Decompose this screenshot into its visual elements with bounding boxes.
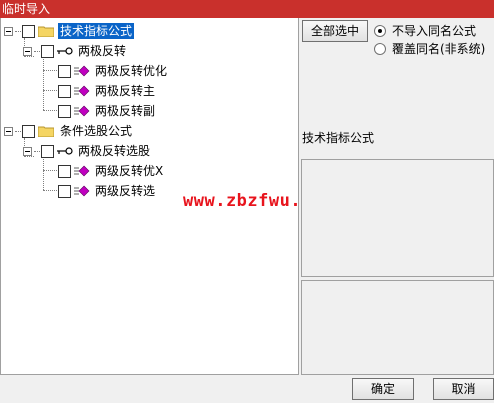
collapse-icon[interactable] [23, 46, 32, 56]
tree-item-label[interactable]: 两级反转选 [93, 183, 157, 199]
checkbox[interactable] [58, 104, 71, 118]
select-all-button[interactable]: 全部选中 [302, 20, 368, 42]
description-title: 技术指标公式 [302, 131, 375, 145]
key-icon [57, 147, 73, 155]
checkbox[interactable] [58, 64, 71, 78]
radio-label: 覆盖同名(非系统) [392, 42, 486, 56]
checkbox[interactable] [58, 84, 71, 98]
tree-group-label[interactable]: 条件选股公式 [58, 123, 134, 139]
tree-group-label[interactable]: 技术指标公式 [58, 23, 135, 39]
description-box [301, 159, 494, 277]
window-title: 临时导入 [0, 0, 494, 18]
radio-overwrite[interactable]: 覆盖同名(非系统) [374, 40, 485, 57]
ok-button[interactable]: 确定 [352, 378, 414, 400]
tree-subgroup[interactable]: 两极反转选股 [23, 141, 152, 161]
tree-subgroup-label[interactable]: 两极反转 [76, 43, 128, 59]
footer-bar: 确定 取消 [0, 375, 494, 403]
checkbox[interactable] [22, 24, 35, 38]
collapse-icon[interactable] [4, 26, 13, 36]
checkbox[interactable] [58, 164, 71, 178]
radio-label: 不导入同名公式 [392, 24, 477, 38]
collapse-icon[interactable] [4, 126, 13, 136]
tree-item-label[interactable]: 两级反转优X [93, 163, 165, 179]
checkbox[interactable] [41, 144, 54, 158]
tree-item[interactable]: 两级反转选 [58, 181, 157, 201]
options-panel: 全部选中 不导入同名公式 覆盖同名(非系统) 技术指标公式 [299, 18, 494, 375]
tree-item[interactable]: 两极反转优化 [58, 61, 169, 81]
tree-item[interactable]: 两极反转副 [58, 101, 157, 121]
folder-icon [38, 126, 54, 137]
tree-subgroup[interactable]: 两极反转 [23, 41, 128, 61]
formula-icon [74, 165, 90, 177]
detail-box [301, 280, 494, 375]
formula-icon [74, 185, 90, 197]
tree-group-indicator[interactable]: 技术指标公式 [4, 21, 135, 41]
tree-item[interactable]: 两极反转主 [58, 81, 157, 101]
folder-icon [38, 26, 54, 37]
radio-button[interactable] [374, 42, 386, 55]
tree-item-label[interactable]: 两极反转优化 [93, 63, 169, 79]
checkbox[interactable] [41, 44, 54, 58]
tree-item-label[interactable]: 两极反转主 [93, 83, 157, 99]
tree-item[interactable]: 两级反转优X [58, 161, 165, 181]
collapse-icon[interactable] [23, 146, 32, 156]
tree-group-selector[interactable]: 条件选股公式 [4, 121, 134, 141]
checkbox[interactable] [22, 124, 35, 138]
radio-button[interactable] [374, 24, 386, 37]
formula-icon [74, 85, 90, 97]
cancel-button[interactable]: 取消 [433, 378, 494, 400]
radio-skip-duplicates[interactable]: 不导入同名公式 [374, 22, 476, 39]
formula-icon [74, 105, 90, 117]
formula-icon [74, 65, 90, 77]
key-icon [57, 47, 73, 55]
checkbox[interactable] [58, 184, 71, 198]
tree-item-label[interactable]: 两极反转副 [93, 103, 157, 119]
tree-subgroup-label[interactable]: 两极反转选股 [76, 143, 152, 159]
